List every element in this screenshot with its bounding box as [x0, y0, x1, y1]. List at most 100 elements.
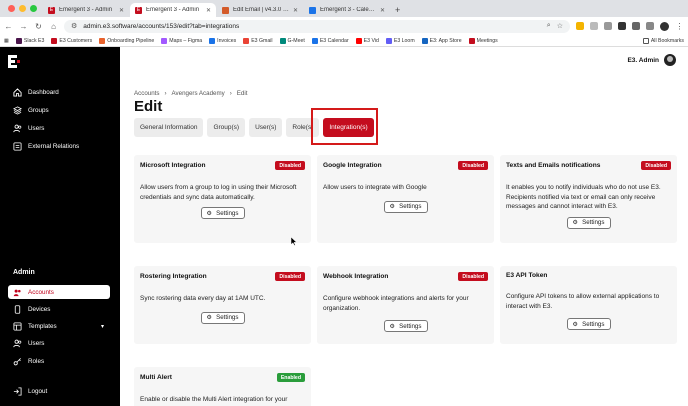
tab-groups[interactable]: Group(s)	[207, 118, 246, 137]
bookmark-item[interactable]: Onboarding Pipeline	[99, 37, 154, 44]
logout-button[interactable]: Logout	[8, 384, 110, 398]
sidebar-item-label: Templates	[28, 322, 57, 330]
pipeline-icon	[99, 37, 106, 44]
apps-grid-icon[interactable]: ▦	[4, 38, 9, 44]
gmail-icon	[243, 37, 250, 44]
e3-logo[interactable]	[8, 55, 20, 68]
app-store-icon	[421, 37, 428, 44]
relations-icon	[13, 141, 22, 151]
extension-icon[interactable]	[632, 22, 640, 30]
bookmark-item[interactable]: Invoices	[209, 37, 236, 44]
home-browser-icon[interactable]: ⌂	[49, 22, 58, 31]
reload-icon[interactable]: ↻	[34, 22, 43, 31]
status-badge: Disabled	[641, 161, 671, 170]
extension-icon[interactable]	[590, 22, 598, 30]
bookmark-item[interactable]: E3 Customers	[51, 37, 93, 44]
settings-button[interactable]: ⚙ Settings	[383, 320, 428, 332]
highlight-annotation	[311, 108, 378, 145]
close-tab-icon[interactable]: ✕	[293, 7, 298, 14]
sidebar-item-label: External Relations	[28, 142, 80, 150]
profile-avatar[interactable]	[660, 21, 669, 31]
sidebar-item-groups[interactable]: Groups	[8, 103, 110, 117]
invoice-icon	[209, 37, 216, 44]
bookmark-item[interactable]: E3 Loom	[385, 37, 415, 44]
minimize-window-button[interactable]	[19, 5, 26, 12]
browser-tab-bar: E Emergent 3 - Admin ✕ E Emergent 3 - Ad…	[0, 0, 688, 17]
users-icon	[13, 339, 22, 348]
integration-card-multi-alert: Multi Alert Enabled Enable or disable th…	[134, 367, 311, 406]
site-info-icon[interactable]: ⚙	[71, 22, 77, 30]
sidebar-item-users[interactable]: Users	[8, 121, 110, 135]
sidebar-item-roles[interactable]: Roles	[8, 354, 110, 368]
sidebar-item-accounts[interactable]: Accounts	[8, 285, 110, 299]
sidebar-item-label: Dashboard	[28, 88, 59, 96]
browser-tab-active[interactable]: E Emergent 3 - Admin ✕	[130, 3, 216, 17]
card-description: It enables you to notify individuals who…	[506, 184, 661, 210]
tab-users[interactable]: User(s)	[249, 118, 283, 137]
status-badge: Disabled	[275, 161, 305, 170]
zoom-icon[interactable]: ⌕	[547, 22, 551, 30]
tab-general-information[interactable]: General Information	[134, 118, 204, 137]
extension-icon[interactable]	[618, 22, 626, 30]
sidepanel-icon[interactable]	[646, 22, 654, 30]
window-controls	[4, 0, 43, 17]
settings-button[interactable]: ⚙ Settings	[566, 216, 611, 229]
sidebar-item-templates[interactable]: Templates ▾	[8, 319, 110, 333]
integration-card-api-token: E3 API Token Configure API tokens to all…	[500, 266, 677, 344]
browser-tab[interactable]: E Emergent 3 - Admin ✕	[43, 3, 129, 17]
chevron-down-icon[interactable]: ▾	[101, 323, 104, 330]
users-icon	[13, 124, 22, 133]
breadcrumb-accounts[interactable]: Accounts	[134, 90, 159, 97]
browser-tab[interactable]: Edit Email | v4.3.0 Now availa ✕	[217, 3, 303, 17]
mouse-cursor-icon	[291, 237, 297, 246]
bookmark-label: E3 Customers	[59, 37, 93, 44]
sidebar-item-dashboard[interactable]: Dashboard	[8, 85, 110, 99]
bookmark-item[interactable]: Meetings	[468, 37, 498, 44]
close-window-button[interactable]	[8, 5, 15, 12]
sidebar-item-external-relations[interactable]: External Relations	[8, 139, 110, 153]
logout-label: Logout	[28, 387, 48, 395]
settings-label: Settings	[216, 314, 239, 321]
integration-card-google: Google Integration Disabled Allow users …	[317, 155, 494, 243]
settings-button[interactable]: ⚙ Settings	[200, 311, 245, 324]
bookmark-item[interactable]: G-Meet	[279, 37, 305, 44]
gear-icon: ⚙	[206, 314, 213, 321]
browser-tab[interactable]: Emergent 3 - Calendar - Tue ✕	[304, 3, 390, 17]
e3-icon	[51, 37, 58, 44]
user-avatar[interactable]	[664, 54, 676, 66]
bookmark-label: E3 Vid	[363, 37, 379, 44]
settings-button[interactable]: ⚙ Settings	[383, 200, 428, 213]
new-tab-button[interactable]: +	[391, 3, 404, 17]
close-tab-icon[interactable]: ✕	[206, 7, 211, 14]
maximize-window-button[interactable]	[30, 5, 37, 12]
url-text[interactable]: admin.e3.software/accounts/153/edit?tab=…	[83, 23, 541, 30]
sidebar-item-admin-users[interactable]: Users	[8, 336, 110, 350]
integration-card-rostering: Rostering Integration Disabled Sync rost…	[134, 266, 311, 344]
bookmark-item[interactable]: Maps – Figma	[161, 37, 202, 44]
sidebar-item-devices[interactable]: Devices	[8, 302, 110, 316]
e3-favicon-icon: E	[48, 6, 55, 14]
user-menu[interactable]: E3. Admin	[627, 54, 676, 66]
calendar-favicon-icon	[309, 6, 316, 14]
more-menu-icon[interactable]: ⋮	[675, 22, 684, 31]
all-bookmarks-button[interactable]: All Bookmarks	[642, 37, 684, 44]
sidebar-item-label: Users	[28, 124, 45, 132]
main-content: E3. Admin Accounts › Avengers Academy › …	[120, 47, 688, 406]
bookmark-star-icon[interactable]: ☆	[557, 22, 563, 30]
settings-button[interactable]: ⚙ Settings	[566, 318, 611, 330]
bookmark-item[interactable]: E3 Vid	[355, 37, 379, 44]
extension-icon[interactable]	[576, 22, 584, 30]
forward-icon[interactable]: →	[19, 22, 28, 31]
close-tab-icon[interactable]: ✕	[380, 7, 385, 14]
close-tab-icon[interactable]: ✕	[119, 7, 124, 14]
extension-icon[interactable]	[604, 22, 612, 30]
settings-label: Settings	[399, 203, 422, 210]
bookmark-item[interactable]: E3 Gmail	[243, 37, 273, 44]
bookmark-item[interactable]: E3: App Store	[421, 37, 462, 44]
bookmark-item[interactable]: Slack E3	[15, 37, 44, 44]
breadcrumb-account-name[interactable]: Avengers Academy	[172, 90, 225, 97]
address-bar[interactable]: ⚙ admin.e3.software/accounts/153/edit?ta…	[64, 19, 570, 33]
settings-button[interactable]: ⚙ Settings	[200, 207, 245, 219]
bookmark-item[interactable]: E3 Calendar	[311, 37, 349, 44]
back-icon[interactable]: ←	[4, 22, 13, 31]
